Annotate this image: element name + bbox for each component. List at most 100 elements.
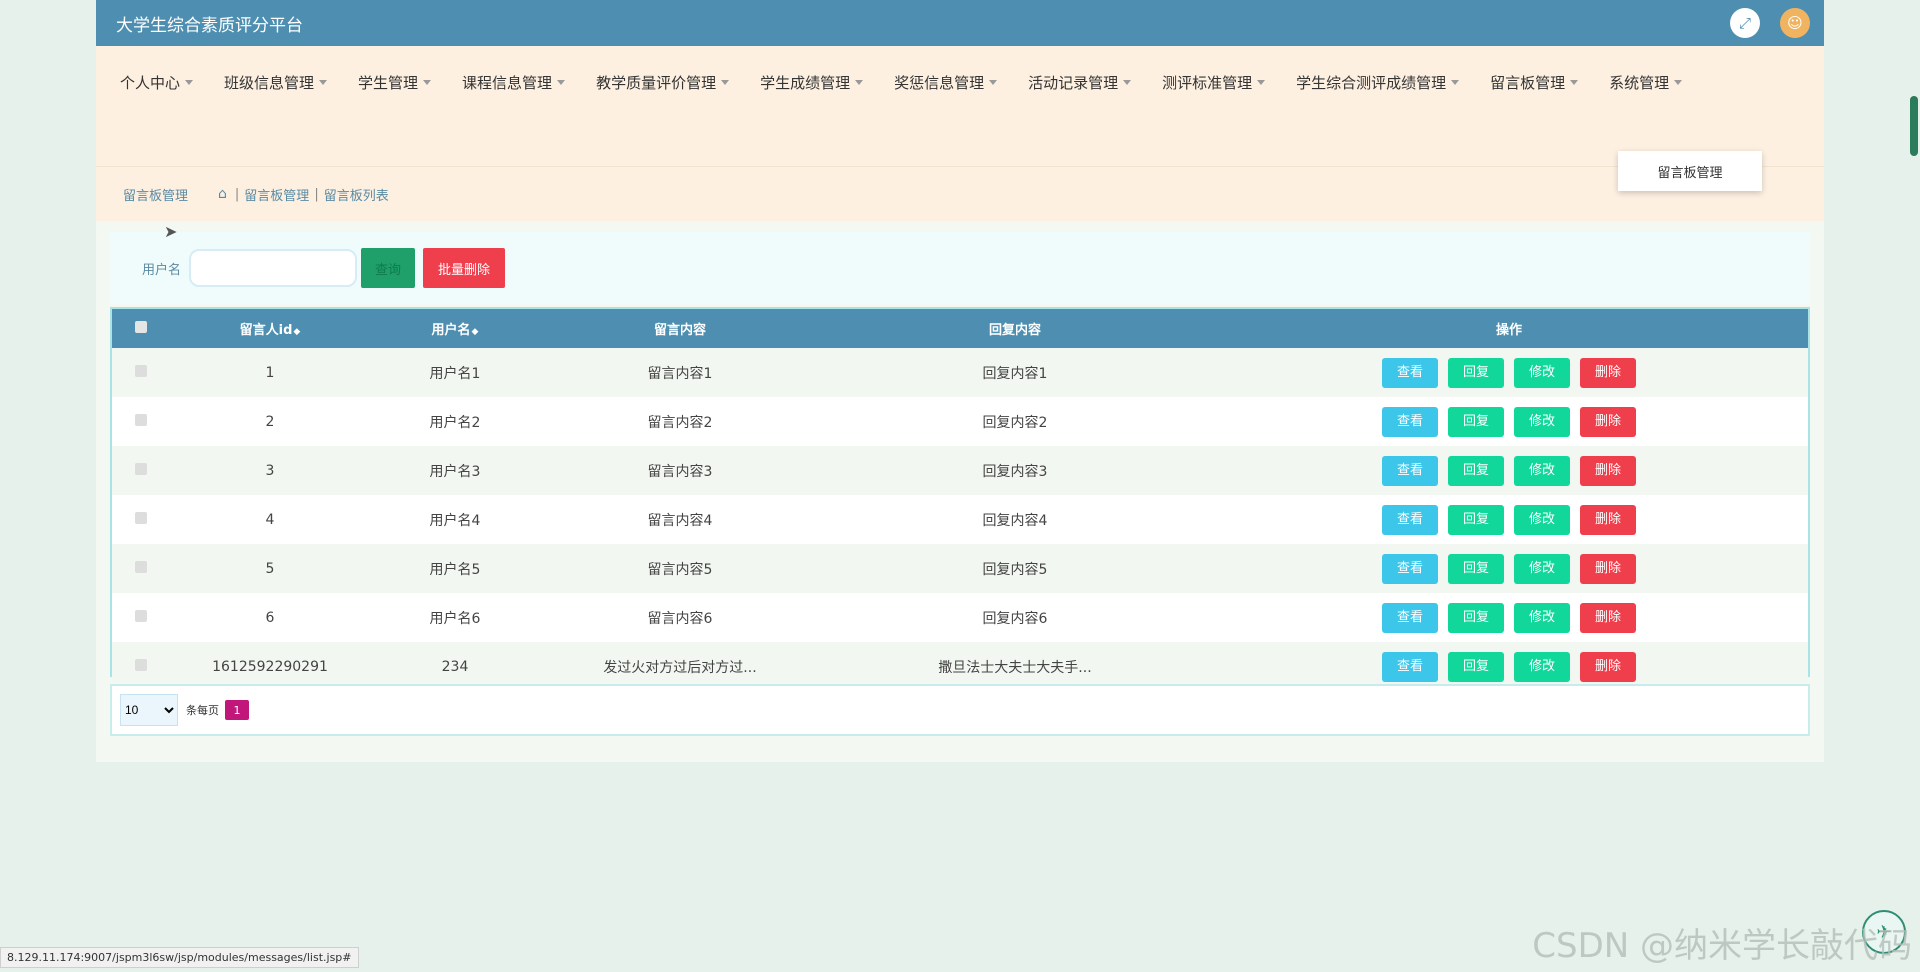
row-checkbox[interactable] (112, 446, 170, 495)
cell-reply: 回复内容6 (820, 593, 1210, 642)
menu-item-label: 班级信息管理 (224, 74, 315, 92)
cell-content: 留言内容6 (540, 593, 820, 642)
breadcrumb-separator: | (314, 186, 319, 202)
delete-button[interactable]: 删除 (1580, 455, 1636, 486)
top-bar: 大学生综合素质评分平台 ⤢ ☺ (96, 0, 1824, 46)
main-menu: 个人中心 班级信息管理 学生管理 课程信息管理 教学质量评价管理 学生成绩管理 奖惩信息管理… (96, 62, 1824, 103)
menu-item[interactable]: 个人中心 (120, 62, 194, 103)
cell-content: 留言内容1 (540, 348, 820, 397)
menu-item[interactable]: 测评标准管理 (1162, 62, 1266, 103)
column-header-reply: 回复内容 (820, 309, 1210, 348)
delete-button[interactable]: 删除 (1580, 406, 1636, 437)
view-button[interactable]: 查看 (1382, 602, 1438, 633)
page-size-select[interactable]: 10 (120, 694, 178, 726)
menu-item-label: 学生综合测评成绩管理 (1296, 74, 1447, 92)
view-button[interactable]: 查看 (1382, 651, 1438, 682)
delete-button[interactable]: 删除 (1580, 602, 1636, 633)
edit-button[interactable]: 修改 (1514, 602, 1570, 633)
caret-down-icon (721, 80, 730, 85)
row-checkbox[interactable] (112, 593, 170, 642)
reply-button[interactable]: 回复 (1448, 504, 1504, 535)
menu-item[interactable]: 学生管理 (358, 62, 432, 103)
scrollbar[interactable] (1910, 96, 1918, 156)
cell-content: 留言内容4 (540, 495, 820, 544)
delete-button[interactable]: 删除 (1580, 357, 1636, 388)
view-button[interactable]: 查看 (1382, 406, 1438, 437)
delete-button[interactable]: 删除 (1580, 651, 1636, 682)
home-icon[interactable]: ⌂ (218, 186, 227, 202)
menu-item-label: 测评标准管理 (1162, 74, 1253, 92)
reply-button[interactable]: 回复 (1448, 553, 1504, 584)
per-page-label: 条每页 (186, 704, 219, 717)
menu-item[interactable]: 教学质量评价管理 (596, 62, 730, 103)
breadcrumb-separator: | (234, 186, 240, 202)
caret-down-icon (423, 80, 432, 85)
reply-button[interactable]: 回复 (1448, 455, 1504, 486)
delete-button[interactable]: 删除 (1580, 553, 1636, 584)
breadcrumb-section: 留言板管理 (123, 188, 189, 204)
caret-down-icon (557, 80, 566, 85)
app-container: 大学生综合素质评分平台 ⤢ ☺ 个人中心 班级信息管理 学生管理 课程信息管理 教学质量… (96, 0, 1824, 762)
search-button[interactable]: 查询 (361, 248, 416, 288)
menu-item[interactable]: 奖惩信息管理 (894, 62, 998, 103)
menu-item-label: 学生管理 (358, 74, 419, 92)
batch-delete-button[interactable]: 批量删除 (423, 248, 506, 288)
reply-button[interactable]: 回复 (1448, 651, 1504, 682)
table-header: 留言人id◆ 用户名◆ 留言内容 回复内容 操作 (112, 309, 1808, 348)
view-button[interactable]: 查看 (1382, 504, 1438, 535)
menu-item[interactable]: 班级信息管理 (224, 62, 328, 103)
edit-button[interactable]: 修改 (1514, 455, 1570, 486)
status-url: 8.129.11.174:9007/jspm3l6sw/jsp/modules/… (0, 947, 359, 968)
view-button[interactable]: 查看 (1382, 357, 1438, 388)
menu-item-label: 系统管理 (1609, 74, 1670, 92)
row-checkbox[interactable] (112, 544, 170, 593)
reply-button[interactable]: 回复 (1448, 602, 1504, 633)
row-checkbox[interactable] (112, 495, 170, 544)
reply-button[interactable]: 回复 (1448, 406, 1504, 437)
edit-button[interactable]: 修改 (1514, 357, 1570, 388)
breadcrumb: 留言板管理 ⌂ | 留言板管理 | 留言板列表 (96, 166, 1824, 221)
cell-username: 用户名6 (370, 593, 540, 642)
column-header-username[interactable]: 用户名◆ (370, 309, 540, 348)
cell-actions: 查看 回复 修改 删除 (1210, 348, 1808, 397)
username-search-input[interactable] (189, 249, 358, 287)
edit-button[interactable]: 修改 (1514, 651, 1570, 682)
table-row: 4 用户名4 留言内容4 回复内容4 查看 回复 修改 删除 (112, 495, 1808, 544)
caret-down-icon (1123, 80, 1132, 85)
cell-username: 用户名2 (370, 397, 540, 446)
edit-button[interactable]: 修改 (1514, 553, 1570, 584)
cell-reply: 回复内容3 (820, 446, 1210, 495)
cell-username: 用户名5 (370, 544, 540, 593)
edit-button[interactable]: 修改 (1514, 406, 1570, 437)
avatar[interactable]: ☺ (1780, 8, 1810, 38)
edit-button[interactable]: 修改 (1514, 504, 1570, 535)
breadcrumb-path-2: 留言板列表 (323, 188, 389, 204)
breadcrumb-path-1[interactable]: 留言板管理 (244, 185, 309, 204)
view-button[interactable]: 查看 (1382, 553, 1438, 584)
caret-down-icon (185, 80, 194, 85)
cell-content: 留言内容5 (540, 544, 820, 593)
table-row: 3 用户名3 留言内容3 回复内容3 查看 回复 修改 删除 (112, 446, 1808, 495)
column-header-id[interactable]: 留言人id◆ (170, 309, 370, 348)
nav-menubar: 个人中心 班级信息管理 学生管理 课程信息管理 教学质量评价管理 学生成绩管理 奖惩信息管理… (96, 46, 1824, 191)
menu-item[interactable]: 留言板管理 (1490, 62, 1579, 103)
menu-item[interactable]: 学生成绩管理 (760, 62, 864, 103)
cell-actions: 查看 回复 修改 删除 (1210, 397, 1808, 446)
menu-item-label: 个人中心 (120, 74, 181, 92)
cell-reply: 回复内容5 (820, 544, 1210, 593)
fullscreen-icon[interactable]: ⤢ (1730, 8, 1760, 38)
select-all-checkbox[interactable] (112, 309, 170, 348)
menu-item[interactable]: 系统管理 (1609, 62, 1683, 103)
menu-item[interactable]: 学生综合测评成绩管理 (1296, 62, 1460, 103)
row-checkbox[interactable] (112, 397, 170, 446)
reply-button[interactable]: 回复 (1448, 357, 1504, 388)
dropdown-item-messages[interactable]: 留言板管理 (1618, 151, 1762, 191)
cell-actions: 查看 回复 修改 删除 (1210, 495, 1808, 544)
cell-reply: 回复内容1 (820, 348, 1210, 397)
view-button[interactable]: 查看 (1382, 455, 1438, 486)
row-checkbox[interactable] (112, 348, 170, 397)
delete-button[interactable]: 删除 (1580, 504, 1636, 535)
menu-item[interactable]: 活动记录管理 (1028, 62, 1132, 103)
page-number-current[interactable]: 1 (225, 700, 249, 720)
menu-item[interactable]: 课程信息管理 (462, 62, 566, 103)
